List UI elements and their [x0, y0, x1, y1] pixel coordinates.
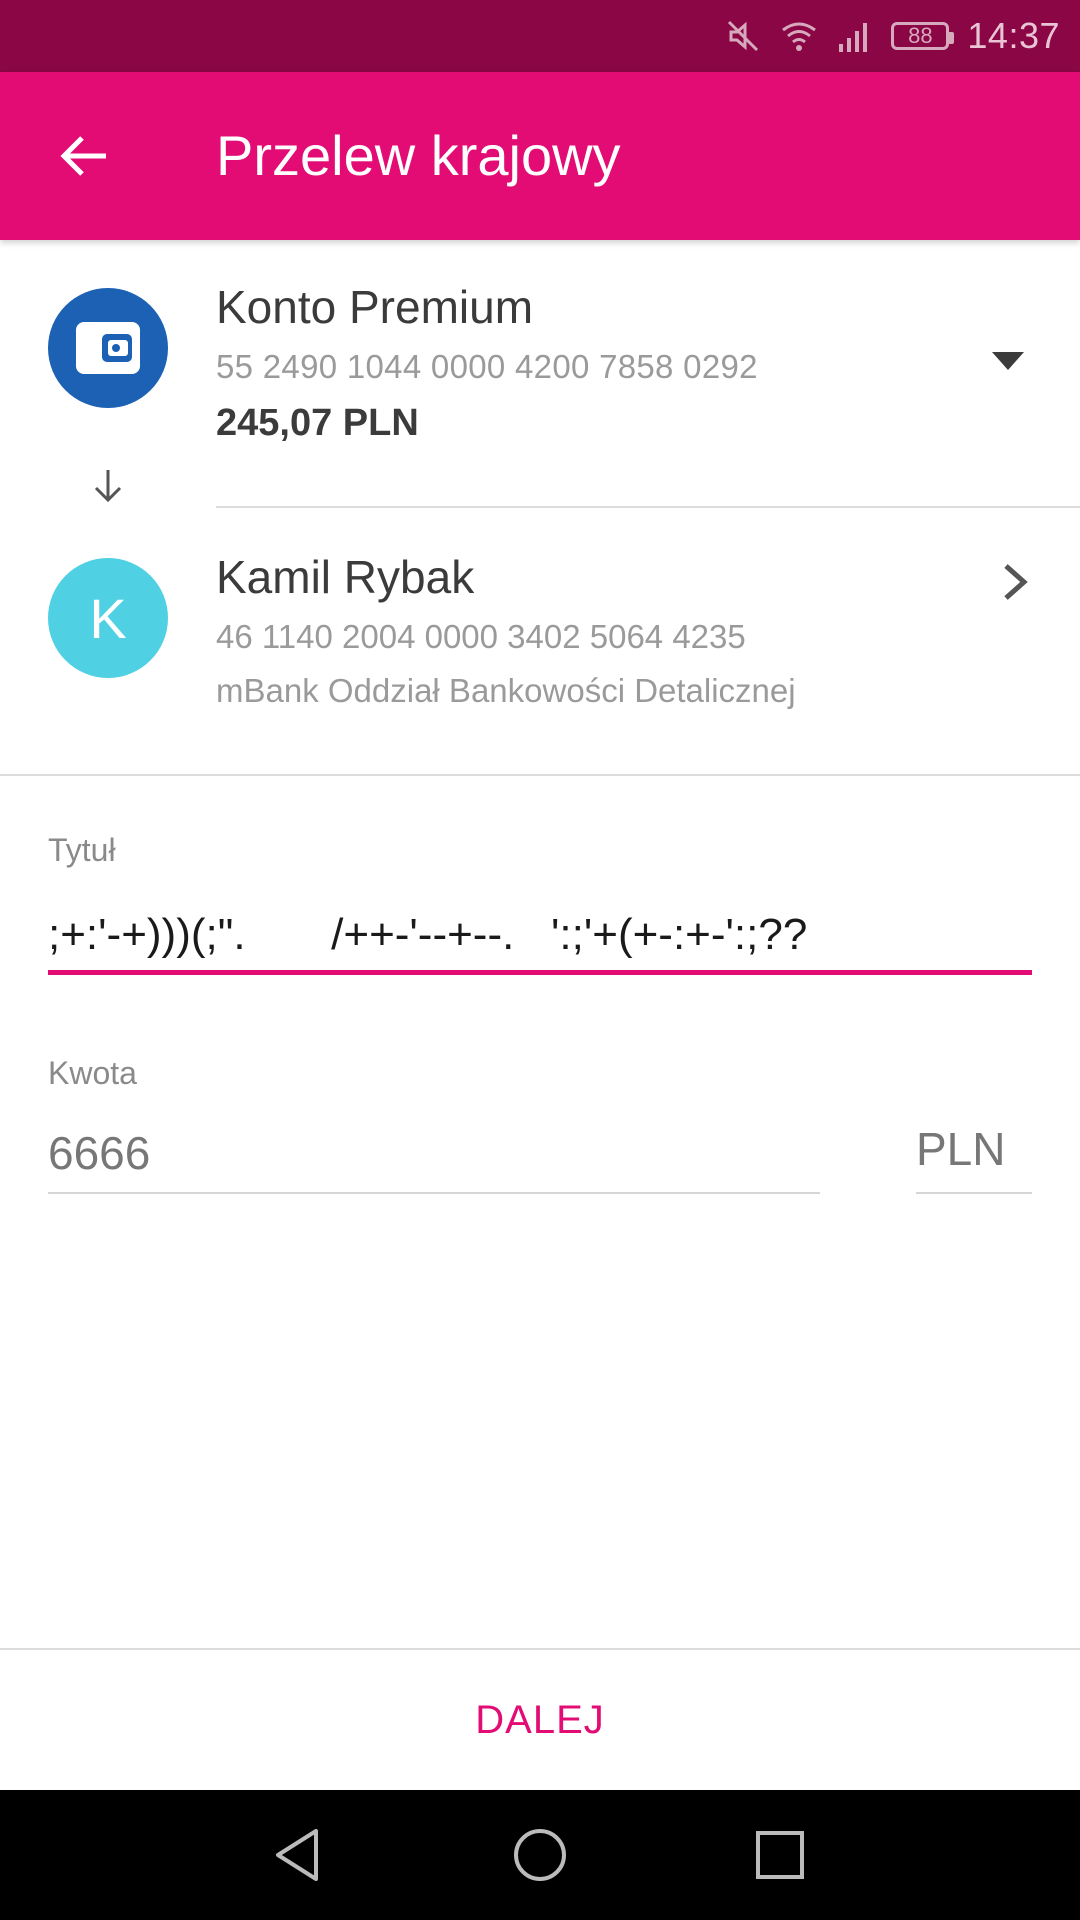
account-number[interactable]: 55 2490 1044 0000 4200 7858 0292	[216, 348, 758, 386]
mute-icon	[728, 20, 759, 52]
chevron-right-icon[interactable]	[998, 560, 1034, 604]
wifi-icon	[782, 22, 817, 51]
title-input-underline	[48, 970, 1032, 975]
account-name[interactable]: Konto Premium	[216, 280, 533, 334]
account-avatar	[48, 288, 168, 408]
arrow-left-icon	[60, 136, 106, 176]
nav-back-icon[interactable]	[270, 1825, 330, 1885]
app-bar: Przelew krajowy	[0, 72, 1080, 240]
status-bar: 88 14:37	[0, 0, 1080, 72]
page-title: Przelew krajowy	[216, 124, 621, 187]
wallet-icon	[76, 322, 140, 374]
recipient-avatar: K	[48, 558, 168, 678]
recipient-name[interactable]: Kamil Rybak	[216, 550, 474, 604]
amount-input-underline	[48, 1192, 820, 1194]
nav-home-icon[interactable]	[510, 1825, 570, 1885]
amount-input[interactable]	[48, 1118, 818, 1188]
currency-selector[interactable]: PLN	[916, 1122, 1005, 1176]
account-balance[interactable]: 245,07 PLN	[216, 402, 419, 445]
navigation-bar	[0, 1790, 1080, 1920]
status-icons: 88 14:37	[725, 0, 1060, 72]
title-label: Tytuł	[48, 832, 116, 868]
divider	[0, 774, 1080, 776]
status-time: 14:37	[967, 15, 1060, 56]
title-input[interactable]	[48, 895, 1032, 975]
dropdown-caret-icon[interactable]	[992, 352, 1024, 370]
currency-underline	[916, 1192, 1032, 1194]
battery-level: 88	[908, 23, 933, 48]
signal-icon	[839, 23, 868, 52]
recipient-initial: K	[89, 586, 127, 650]
next-button[interactable]: DALEJ	[0, 1650, 1080, 1790]
nav-recents-icon[interactable]	[750, 1825, 810, 1885]
arrow-down-icon	[94, 470, 122, 503]
back-button[interactable]	[48, 120, 120, 192]
recipient-account-number[interactable]: 46 1140 2004 0000 3402 5064 4235	[216, 618, 746, 656]
amount-label: Kwota	[48, 1055, 137, 1091]
recipient-bank[interactable]: mBank Oddział Bankowości Detalicznej	[216, 672, 796, 710]
divider	[216, 506, 1080, 508]
battery-icon: 88	[891, 22, 955, 50]
